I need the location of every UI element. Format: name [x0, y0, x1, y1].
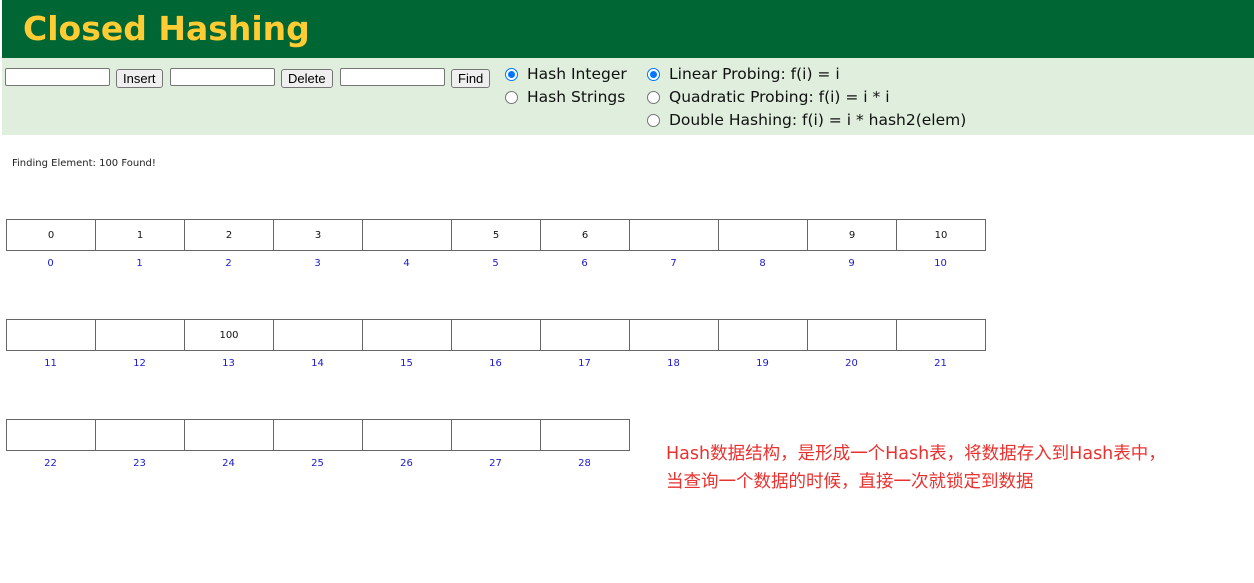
- hash-cell: 0: [6, 219, 96, 251]
- insert-input[interactable]: [5, 68, 110, 86]
- quadratic-probing-option[interactable]: Quadratic Probing: f(i) = i * i: [647, 86, 890, 108]
- hash-row-cells: 100: [6, 319, 986, 351]
- find-input[interactable]: [340, 68, 445, 86]
- hash-cell-index: 8: [759, 258, 766, 269]
- hash-cell: 1: [95, 219, 185, 251]
- hash-cell-index: 9: [848, 258, 855, 269]
- hash-cell: [95, 419, 185, 451]
- linear-probing-radio[interactable]: [647, 67, 660, 81]
- hash-row-indices: 0 1 2 3 4 5 6 7 8 9 10: [6, 258, 985, 269]
- insert-button[interactable]: Insert: [116, 69, 163, 88]
- hash-cell: [540, 419, 630, 451]
- hash-cell: [273, 419, 363, 451]
- hash-cell: [95, 319, 185, 351]
- hash-cell-index: 1: [136, 258, 143, 269]
- hash-cell: [6, 419, 96, 451]
- find-button[interactable]: Find: [451, 69, 491, 88]
- hash-strings-option[interactable]: Hash Strings: [505, 86, 625, 108]
- hash-cell: 100: [184, 319, 274, 351]
- hash-cell: [629, 219, 719, 251]
- delete-input[interactable]: [170, 68, 275, 86]
- hash-cell: 5: [451, 219, 541, 251]
- annotation-line-1: Hash数据结构，是形成一个Hash表，将数据存入到Hash表中，: [666, 444, 1166, 464]
- hash-integer-option[interactable]: Hash Integer: [505, 63, 627, 85]
- hash-integer-radio[interactable]: [505, 67, 518, 81]
- hash-cell-index: 5: [492, 258, 499, 269]
- hash-cell: [540, 319, 630, 351]
- hash-cell-index: 19: [756, 358, 769, 369]
- hash-cell-index: 11: [44, 358, 57, 369]
- hash-cell: 6: [540, 219, 630, 251]
- hash-cell: [629, 319, 719, 351]
- hash-cell-index: 22: [44, 458, 57, 469]
- hash-cell: 2: [184, 219, 274, 251]
- hash-cell-index: 15: [400, 358, 413, 369]
- hash-cell: [362, 219, 452, 251]
- page-title: Closed Hashing: [23, 9, 310, 48]
- hash-cell-index: 21: [934, 358, 947, 369]
- hash-cell: [451, 419, 541, 451]
- status-message: Finding Element: 100 Found!: [12, 158, 156, 169]
- toolbar: Insert Delete Find Hash Integer Hash Str…: [2, 58, 1254, 135]
- hash-cell: 10: [896, 219, 986, 251]
- hash-cell-index: 14: [311, 358, 324, 369]
- hash-cell: [362, 319, 452, 351]
- annotation-note: Hash数据结构，是形成一个Hash表，将数据存入到Hash表中， 当查询一个数…: [666, 440, 1246, 496]
- hash-cell: [362, 419, 452, 451]
- hash-cell-index: 4: [403, 258, 410, 269]
- hash-cell-index: 12: [133, 358, 146, 369]
- quadratic-probing-radio[interactable]: [647, 90, 660, 104]
- hash-cell-index: 0: [47, 258, 54, 269]
- hash-cell-index: 13: [222, 358, 235, 369]
- hash-cell: [718, 219, 808, 251]
- hash-cell-index: 24: [222, 458, 235, 469]
- hash-cell-index: 6: [581, 258, 588, 269]
- hash-strings-radio[interactable]: [505, 90, 518, 104]
- hash-row-cells: [6, 419, 630, 451]
- hash-cell-index: 26: [400, 458, 413, 469]
- hash-row-indices: 22 23 24 25 26 27 28: [6, 458, 629, 469]
- hash-cell: 3: [273, 219, 363, 251]
- hash-cell: 9: [807, 219, 897, 251]
- double-hashing-label: Double Hashing: f(i) = i * hash2(elem): [669, 111, 967, 129]
- hash-cell-index: 7: [670, 258, 677, 269]
- double-hashing-option[interactable]: Double Hashing: f(i) = i * hash2(elem): [647, 109, 966, 131]
- hash-integer-label: Hash Integer: [527, 65, 627, 83]
- linear-probing-option[interactable]: Linear Probing: f(i) = i: [647, 63, 840, 85]
- hash-cell: [451, 319, 541, 351]
- hash-cell-index: 28: [578, 458, 591, 469]
- hash-cell-index: 10: [934, 258, 947, 269]
- page: Closed Hashing Insert Delete Find Hash I…: [2, 0, 1254, 583]
- hash-row-cells: 0 1 2 3 5 6 9 10: [6, 219, 986, 251]
- hash-cell-index: 27: [489, 458, 502, 469]
- hash-cell-index: 16: [489, 358, 502, 369]
- hash-cell: [6, 319, 96, 351]
- hash-cell: [718, 319, 808, 351]
- hash-cell-index: 3: [314, 258, 321, 269]
- quadratic-probing-label: Quadratic Probing: f(i) = i * i: [669, 88, 890, 106]
- hash-row-indices: 11 12 13 14 15 16 17 18 19 20 21: [6, 358, 985, 369]
- header: Closed Hashing: [2, 0, 1254, 58]
- hash-cell-index: 25: [311, 458, 324, 469]
- double-hashing-radio[interactable]: [647, 113, 660, 127]
- annotation-line-2: 当查询一个数据的时候，直接一次就锁定到数据: [666, 472, 1034, 492]
- hash-strings-label: Hash Strings: [527, 88, 626, 106]
- hash-cell: [896, 319, 986, 351]
- hash-cell-index: 23: [133, 458, 146, 469]
- hash-cell: [807, 319, 897, 351]
- linear-probing-label: Linear Probing: f(i) = i: [669, 65, 840, 83]
- hash-cell-index: 17: [578, 358, 591, 369]
- hash-cell-index: 2: [225, 258, 232, 269]
- hash-cell-index: 18: [667, 358, 680, 369]
- hash-cell: [273, 319, 363, 351]
- hash-cell: [184, 419, 274, 451]
- delete-button[interactable]: Delete: [281, 69, 333, 88]
- hash-cell-index: 20: [845, 358, 858, 369]
